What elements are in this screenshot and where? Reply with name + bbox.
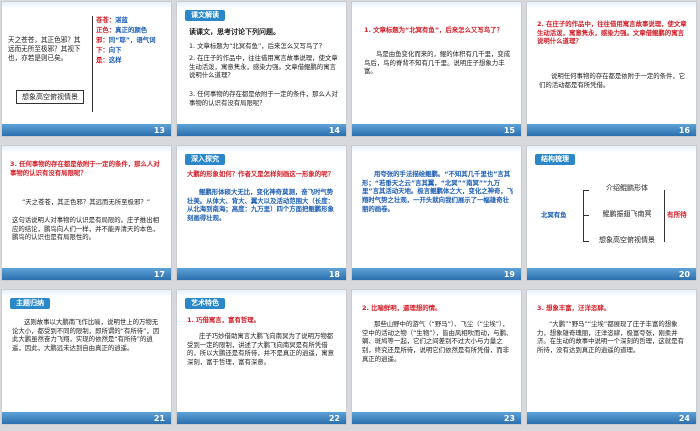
slide-thumbnail-15[interactable]: 1. 文章标题为“北冥有鱼”，后来怎么又写鸟了？ 鸟是由鱼变化而来的，鲲的体积有… (352, 2, 521, 136)
slide-top-gradient (527, 146, 696, 153)
annotation-item: 正色：真正的颜色 (96, 25, 148, 34)
slide-20-bracket-mid (583, 215, 589, 216)
slide-number: 14 (328, 126, 340, 135)
slide-number: 21 (153, 414, 165, 423)
slide-20-section-tag: 结构梳理 (535, 154, 575, 165)
slide-top-gradient (2, 290, 171, 297)
slide-22-section-tag: 艺术特色 (185, 298, 225, 309)
slide-20-right-bracket (664, 190, 665, 242)
slide-top-gradient (352, 2, 521, 9)
slide-number: 22 (328, 414, 340, 423)
slide-thumbnail-24[interactable]: 3. 想象丰富，汪洋恣肆。 “大鹏”“野马”“尘埃”都展现了庄子丰富的想象力，想… (527, 290, 696, 424)
slide-footer-band (177, 412, 346, 424)
slide-17-quote: “天之苍苍，其正色邪？其远而无所至极邪？” (22, 198, 151, 206)
slide-thumbnail-19[interactable]: 用夸张的手法描绘鲲鹏。“不知其几千里也”言其形；“若垂天之云”言其翼，“北冥”“… (352, 146, 521, 280)
slide-14-intro: 读课文，思考讨论下列问题。 (189, 28, 280, 36)
slide-number: 17 (153, 270, 165, 279)
slide-footer-band (2, 268, 171, 280)
slide-top-gradient (2, 146, 171, 153)
slide-thumbnail-18[interactable]: 深入探究 大鹏的形象如何？作者又是怎样刻画这一形象的呢？ 鲲鹏形体硕大无比，变化… (177, 146, 346, 280)
slide-top-gradient (527, 2, 696, 9)
slide-footer-band (177, 268, 346, 280)
annotation-item: 邪：同“耶”，语气词 (96, 35, 156, 44)
slide-20-branch-1: 介绍鲲鹏形体 (606, 184, 648, 192)
slide-23-heading: 2. 比喻鲜明，逼理想的情。 (362, 304, 442, 312)
slide-24-body: “大鹏”“野马”“尘埃”都展现了庄子丰富的想象力，想象雄奇瑰丽，汪洋恣肆，极富夸… (537, 320, 684, 354)
slide-13-frame-label: 想象高空俯视情景 (16, 90, 84, 104)
slide-sorter-grid: 天之苍苍，其正色邪？其远而无所至极邪？其视下也，亦若是则已矣。 想象高空俯视情景… (0, 0, 700, 431)
slide-14-question-1: 1. 文章标题为“北冥有鱼”，后来怎么又写鸟了？ (189, 42, 326, 50)
slide-13-divider (92, 16, 93, 112)
slide-15-body: 鸟是由鱼变化而来的，鲲的体积有几千里，变成鸟后，鸟的脊背不知有几千里。说明庄子想… (364, 50, 511, 76)
slide-top-gradient (177, 2, 346, 9)
slide-24-heading: 3. 想象丰富，汪洋恣肆。 (537, 304, 611, 312)
slide-20-branch-3: 想象高空俯视情景 (599, 236, 655, 244)
slide-20-bracket-bottom (583, 241, 589, 242)
slide-footer-band (352, 268, 521, 280)
slide-number: 15 (503, 126, 515, 135)
slide-22-body: 庄子巧妙借助寓言大鹏飞向南冥为了说明万物都受到一定的限制，讲述了大鹏飞向南冥是有… (187, 332, 334, 366)
slide-18-body: 鲲鹏形体硕大无比，变化神奇莫测，奋飞时气势壮美。从体大、背大、翼大以及活动范围大… (187, 188, 334, 222)
slide-thumbnail-21[interactable]: 主题归纳 这则故事以大鹏南飞作比喻，说明世上的万物无论大小，都受到不同的限制，即… (2, 290, 171, 424)
slide-number: 23 (503, 414, 515, 423)
slide-20-conclusion: 有所待 (667, 211, 687, 219)
slide-number: 13 (153, 126, 165, 135)
slide-18-question: 大鹏的形象如何？作者又是怎样刻画这一形象的呢？ (187, 170, 334, 178)
slide-17-body: 这句话说明人对事物的认识是有局限的。庄子推出相应的结论，鹏鸟向人们一样，并不能弄… (12, 216, 159, 242)
slide-number: 20 (678, 270, 690, 279)
annotation-item: 苍苍：湛蓝 (96, 16, 128, 24)
slide-16-body: 说明任何事物的存在都是依附于一定的条件，它们的活动都是有所凭借。 (539, 72, 686, 89)
slide-number: 18 (328, 270, 340, 279)
slide-number: 19 (503, 270, 515, 279)
slide-22-heading: 1. 巧借寓言，富有哲理。 (187, 316, 261, 324)
slide-top-gradient (352, 290, 521, 297)
slide-thumbnail-17[interactable]: 3. 任何事物的存在都是依附于一定的条件，那么人对事物的认识有没有局限呢？ “天… (2, 146, 171, 280)
slide-thumbnail-14[interactable]: 课文解读 读课文，思考讨论下列问题。 1. 文章标题为“北冥有鱼”，后来怎么又写… (177, 2, 346, 136)
slide-number: 24 (678, 414, 690, 423)
slide-footer-band (527, 268, 696, 280)
slide-footer-band (2, 412, 171, 424)
slide-21-section-tag: 主题归纳 (10, 298, 50, 309)
slide-footer-band (352, 124, 521, 136)
slide-14-question-2: 2. 在庄子的作品中，往往借用寓言故事说理，使文章生动活泼，寓意隽永，感染力强。… (189, 54, 338, 80)
slide-top-gradient (177, 290, 346, 297)
slide-thumbnail-16[interactable]: 2. 在庄子的作品中，往往借用寓言故事说理，使文章生动活泼，寓意隽永，感染力强。… (527, 2, 696, 136)
slide-20-bracket-top (583, 190, 589, 191)
slide-18-section-tag: 深入探究 (185, 154, 225, 165)
slide-top-gradient (2, 2, 171, 9)
slide-15-heading: 1. 文章标题为“北冥有鱼”，后来怎么又写鸟了？ (364, 26, 503, 34)
slide-17-heading: 3. 任何事物的存在都是依附于一定的条件，那么人对事物的认识有没有局限呢？ (10, 160, 160, 177)
slide-14-section-tag: 课文解读 (185, 10, 225, 21)
slide-footer-band (527, 124, 696, 136)
slide-footer-band (177, 124, 346, 136)
slide-20-root-label: 北冥有鱼 (541, 211, 567, 219)
annotation-item: 是：这样 (96, 55, 122, 64)
slide-footer-band (527, 412, 696, 424)
slide-footer-band (352, 412, 521, 424)
slide-number: 16 (678, 126, 690, 135)
slide-thumbnail-23[interactable]: 2. 比喻鲜明，逼理想的情。 那些山野中的游气（“野马”）、飞尘（“尘埃”），空… (352, 290, 521, 424)
slide-thumbnail-20[interactable]: 结构梳理 北冥有鱼 介绍鲲鹏形体 鲲鹏振翅飞南冥 想象高空俯视情景 有所待 20 (527, 146, 696, 280)
slide-16-heading: 2. 在庄子的作品中，往往借用寓言故事说理，使文章生动活泼，寓意隽永，感染力强。… (537, 20, 687, 46)
slide-20-branch-2: 鲲鹏振翅飞南冥 (602, 210, 652, 218)
slide-top-gradient (527, 290, 696, 297)
slide-13-classical-text: 天之苍苍，其正色邪？其远而无所至极邪？其视下也，亦若是则已矣。 (8, 36, 81, 62)
slide-thumbnail-13[interactable]: 天之苍苍，其正色邪？其远而无所至极邪？其视下也，亦若是则已矣。 想象高空俯视情景… (2, 2, 171, 136)
slide-21-body: 这则故事以大鹏南飞作比喻，说明世上的万物无论大小，都受到不同的限制，即所谓的“有… (12, 318, 160, 352)
slide-footer-band (2, 124, 171, 136)
slide-19-body: 用夸张的手法描绘鲲鹏。“不知其几千里也”言其形；“若垂天之云”言其翼，“北冥”“… (362, 170, 514, 213)
slide-20-bracket (583, 190, 584, 242)
slide-thumbnail-22[interactable]: 艺术特色 1. 巧借寓言，富有哲理。 庄子巧妙借助寓言大鹏飞向南冥为了说明万物都… (177, 290, 346, 424)
annotation-item: 下：向下 (96, 45, 122, 54)
slide-13-annotations: 苍苍：湛蓝 正色：真正的颜色 邪：同“耶”，语气词 下：向下 是：这样 (96, 16, 168, 66)
slide-top-gradient (177, 146, 346, 153)
slide-23-body: 那些山野中的游气（“野马”）、飞尘（“尘埃”），空中的活动之物（“生物”），皆由… (362, 320, 513, 363)
slide-top-gradient (352, 146, 521, 153)
slide-14-question-3: 3. 任何事物的存在都是依附于一定的条件，那么人对事物的认识有没有局限呢？ (189, 90, 338, 107)
